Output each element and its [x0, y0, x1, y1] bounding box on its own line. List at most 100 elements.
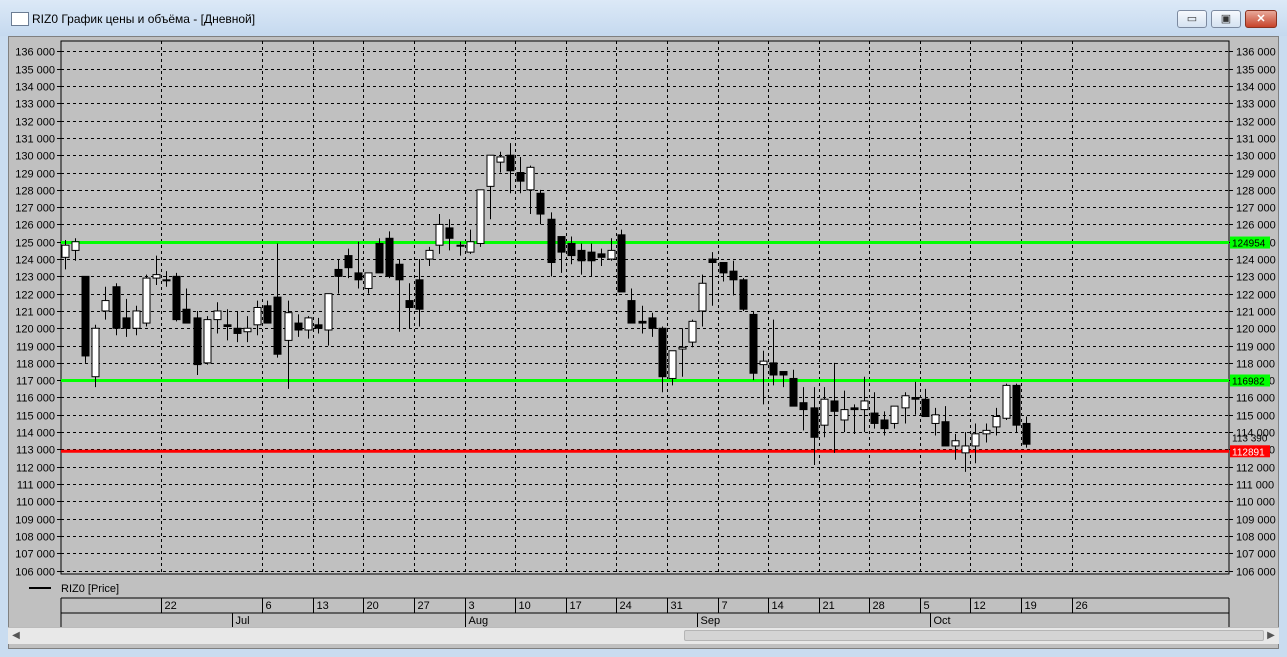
- candle-body: [263, 305, 272, 324]
- candle-body: [112, 286, 121, 329]
- candle-body: [860, 400, 869, 411]
- candle-body: [638, 320, 647, 324]
- candle-body: [91, 327, 100, 378]
- candle-body: [1022, 422, 1031, 445]
- maximize-button[interactable]: ▣: [1211, 10, 1241, 28]
- y-tick-label-right: 124 000: [1236, 255, 1276, 267]
- day-tick-label: 10: [519, 600, 531, 612]
- day-tick-label: 17: [570, 600, 582, 612]
- candle-body: [668, 350, 677, 379]
- y-tick-label-left: 130 000: [15, 151, 55, 163]
- scroll-thumb[interactable]: [684, 630, 1264, 641]
- candle-body: [759, 360, 768, 366]
- candle-body: [961, 445, 970, 454]
- candle-body: [547, 218, 556, 264]
- candle-body: [688, 320, 697, 343]
- minimize-button[interactable]: ▭: [1177, 10, 1207, 28]
- chart-client-area: 106 000 106 000 107 000 107 000 108 000 108 0…: [8, 36, 1279, 649]
- level-label: 124954: [1232, 239, 1266, 250]
- y-tick-label-right: 106 000: [1236, 567, 1276, 579]
- candle-body: [557, 236, 566, 253]
- day-tick-label: 21: [823, 600, 835, 612]
- title-bar[interactable]: RIZ0 График цены и объёма - [Дневной] ▭ …: [0, 0, 1287, 36]
- y-tick-label-left: 119 000: [16, 342, 55, 354]
- y-tick-label-right: 136 000: [1236, 47, 1276, 59]
- price-chart[interactable]: 106 000 106 000 107 000 107 000 108 000 108 0…: [9, 37, 1278, 627]
- month-tick-label: Oct: [934, 615, 951, 627]
- day-tick-label: 24: [620, 600, 632, 612]
- candle-body: [243, 327, 252, 333]
- y-tick-label-right: 133 000: [1236, 99, 1276, 111]
- level-label: 112891: [1232, 447, 1265, 458]
- candle-body: [203, 319, 212, 364]
- candle-body: [617, 234, 626, 293]
- candle-body: [162, 279, 171, 282]
- y-tick-label-left: 106 000: [15, 567, 55, 579]
- y-tick-label-left: 122 000: [15, 290, 55, 302]
- y-tick-label-left: 126 000: [15, 220, 55, 232]
- scroll-right-arrow-icon[interactable]: ▶: [1263, 628, 1279, 644]
- close-button[interactable]: ✕: [1245, 10, 1277, 28]
- horizontal-scrollbar[interactable]: ◀ ▶: [8, 627, 1279, 644]
- candle-body: [779, 371, 788, 376]
- y-tick-label-left: 107 000: [15, 549, 55, 561]
- candle-body: [122, 317, 131, 329]
- candle-body: [324, 293, 333, 331]
- y-tick-label-right: 126 000: [1236, 220, 1276, 232]
- plot-area: [60, 40, 1230, 575]
- day-tick-label: 3: [469, 600, 475, 612]
- month-tick-label: Jul: [236, 615, 250, 627]
- candle-body: [213, 310, 222, 321]
- y-tick-label-left: 120 000: [15, 324, 55, 336]
- candle-body: [334, 268, 343, 277]
- y-tick-label-left: 114 000: [16, 428, 55, 440]
- candle-body: [739, 279, 748, 310]
- candle-body: [607, 249, 616, 260]
- candle-body: [445, 227, 454, 239]
- candle-body: [769, 362, 778, 376]
- y-tick-label-left: 132 000: [15, 117, 55, 129]
- candle-body: [182, 308, 191, 324]
- candle-body: [587, 251, 596, 262]
- y-tick-label-right: 130 000: [1236, 151, 1276, 163]
- y-tick-label-right: 132 000: [1236, 117, 1276, 129]
- y-tick-label-left: 124 000: [15, 255, 55, 267]
- candle-body: [830, 400, 839, 412]
- candle-body: [142, 277, 151, 324]
- y-tick-label-left: 109 000: [15, 515, 55, 527]
- day-tick-label: 6: [266, 600, 272, 612]
- candle-body: [314, 324, 323, 329]
- candle-body: [132, 310, 141, 329]
- day-tick-label: 13: [317, 600, 329, 612]
- candle-body: [678, 346, 687, 350]
- day-tick-label: 22: [165, 600, 177, 612]
- y-tick-label-right: 127 000: [1236, 203, 1276, 215]
- candle-body: [941, 421, 950, 447]
- candle-body: [698, 282, 707, 312]
- candle-body: [911, 396, 920, 400]
- chart-app-icon: [11, 12, 29, 26]
- y-tick-label-left: 135 000: [15, 65, 55, 77]
- candle-body: [526, 166, 535, 191]
- y-tick-label-right: 129 000: [1236, 169, 1276, 181]
- candle-body: [901, 395, 910, 409]
- candle-body: [354, 272, 363, 281]
- day-tick-label: 14: [772, 600, 784, 612]
- candle-body: [375, 242, 384, 274]
- day-tick-label: 20: [367, 600, 379, 612]
- candle-body: [597, 253, 606, 258]
- candle-body: [971, 433, 980, 447]
- candle-body: [870, 412, 879, 424]
- candle-body: [729, 270, 738, 281]
- y-tick-label-left: 113 000: [16, 445, 55, 457]
- candle-body: [486, 154, 495, 187]
- candle-body: [304, 317, 313, 331]
- window-title: RIZ0 График цены и объёма - [Дневной]: [32, 12, 256, 26]
- y-tick-label-left: 112 000: [16, 463, 55, 475]
- y-tick-label-right: 109 000: [1236, 515, 1276, 527]
- candle-body: [425, 249, 434, 260]
- scroll-left-arrow-icon[interactable]: ◀: [8, 628, 24, 644]
- y-tick-label-right: 115 000: [1236, 411, 1275, 423]
- y-tick-label-left: 108 000: [15, 532, 55, 544]
- candle-body: [789, 377, 798, 407]
